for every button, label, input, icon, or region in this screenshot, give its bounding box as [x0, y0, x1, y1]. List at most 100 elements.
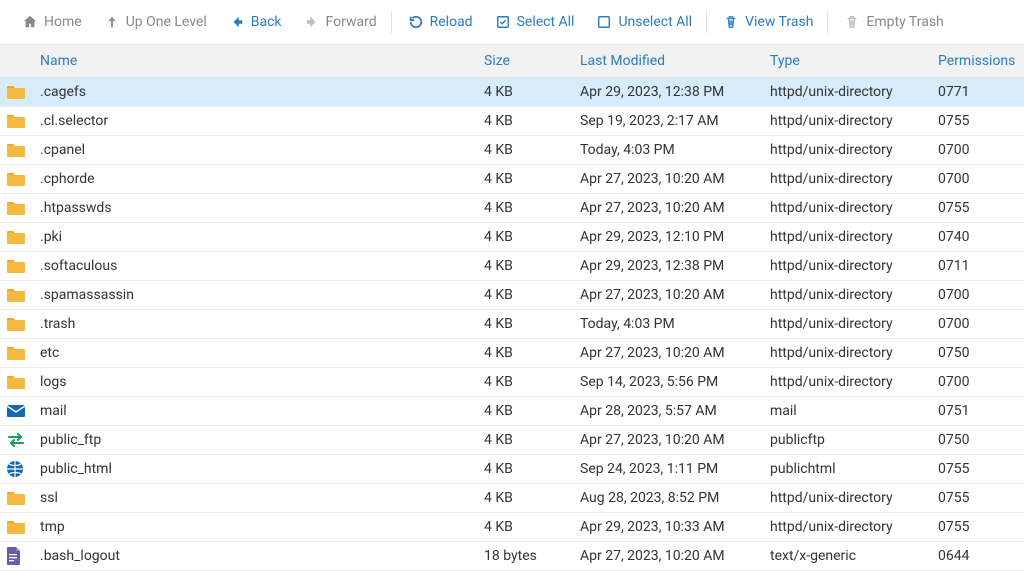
folder-icon	[0, 84, 36, 100]
view-trash-button[interactable]: View Trash	[711, 8, 823, 36]
table-row[interactable]: .trash4 KBToday, 4:03 PMhttpd/unix-direc…	[0, 310, 1024, 339]
back-arrow-icon	[227, 13, 247, 31]
folder-icon	[0, 345, 36, 361]
table-row[interactable]: tmp4 KBApr 29, 2023, 10:33 AMhttpd/unix-…	[0, 513, 1024, 542]
file-permissions: 0755	[938, 113, 1018, 129]
file-name: .spamassassin	[36, 287, 484, 303]
table-row[interactable]: .cagefs4 KBApr 29, 2023, 12:38 PMhttpd/u…	[0, 78, 1024, 107]
file-type: httpd/unix-directory	[770, 316, 938, 332]
ftp-icon	[0, 432, 36, 448]
file-permissions: 0700	[938, 142, 1018, 158]
file-name: .pki	[36, 229, 484, 245]
table-row[interactable]: .pki4 KBApr 29, 2023, 12:10 PMhttpd/unix…	[0, 223, 1024, 252]
empty-trash-label: Empty Trash	[866, 14, 943, 30]
file-size: 4 KB	[484, 403, 580, 419]
file-name: .cagefs	[36, 84, 484, 100]
table-row[interactable]: .htpasswds4 KBApr 27, 2023, 10:20 AMhttp…	[0, 194, 1024, 223]
file-permissions: 0711	[938, 258, 1018, 274]
check-square-icon	[493, 13, 513, 31]
file-name: .htpasswds	[36, 200, 484, 216]
up-arrow-icon	[102, 13, 122, 31]
file-size: 4 KB	[484, 229, 580, 245]
table-row[interactable]: .cpanel4 KBToday, 4:03 PMhttpd/unix-dire…	[0, 136, 1024, 165]
up-label: Up One Level	[126, 14, 207, 30]
table-row[interactable]: etc4 KBApr 27, 2023, 10:20 AMhttpd/unix-…	[0, 339, 1024, 368]
file-name: mail	[36, 403, 484, 419]
file-modified: Sep 24, 2023, 1:11 PM	[580, 461, 770, 477]
select-all-button[interactable]: Select All	[483, 8, 585, 36]
file-size: 4 KB	[484, 432, 580, 448]
file-size: 4 KB	[484, 519, 580, 535]
file-type: httpd/unix-directory	[770, 287, 938, 303]
empty-square-icon	[594, 13, 614, 31]
empty-trash-button[interactable]: Empty Trash	[832, 8, 953, 36]
reload-button[interactable]: Reload	[396, 8, 483, 36]
forward-label: Forward	[326, 14, 377, 30]
header-permissions[interactable]: Permissions	[938, 53, 1018, 69]
file-type: httpd/unix-directory	[770, 374, 938, 390]
file-type: httpd/unix-directory	[770, 258, 938, 274]
home-icon	[20, 13, 40, 31]
file-permissions: 0750	[938, 345, 1018, 361]
file-size: 4 KB	[484, 374, 580, 390]
file-permissions: 0644	[938, 548, 1018, 564]
view-trash-label: View Trash	[745, 14, 813, 30]
table-row[interactable]: public_html4 KBSep 24, 2023, 1:11 PMpubl…	[0, 455, 1024, 484]
trash-icon	[721, 13, 741, 31]
table-row[interactable]: .spamassassin4 KBApr 27, 2023, 10:20 AMh…	[0, 281, 1024, 310]
file-name: ssl	[36, 490, 484, 506]
table-row[interactable]: .softaculous4 KBApr 29, 2023, 12:38 PMht…	[0, 252, 1024, 281]
table-row[interactable]: logs4 KBSep 14, 2023, 5:56 PMhttpd/unix-…	[0, 368, 1024, 397]
header-size[interactable]: Size	[484, 53, 580, 69]
header-type[interactable]: Type	[770, 53, 938, 69]
table-row[interactable]: public_ftp4 KBApr 27, 2023, 10:20 AMpubl…	[0, 426, 1024, 455]
table-row[interactable]: .cl.selector4 KBSep 19, 2023, 2:17 AMhtt…	[0, 107, 1024, 136]
table-row[interactable]: .bash_logout18 bytesApr 27, 2023, 10:20 …	[0, 542, 1024, 571]
file-permissions: 0740	[938, 229, 1018, 245]
folder-icon	[0, 287, 36, 303]
folder-icon	[0, 519, 36, 535]
file-permissions: 0700	[938, 287, 1018, 303]
file-permissions: 0755	[938, 461, 1018, 477]
toolbar-separator	[827, 11, 828, 33]
forward-button[interactable]: Forward	[292, 8, 387, 36]
file-name: logs	[36, 374, 484, 390]
file-size: 4 KB	[484, 490, 580, 506]
unselect-all-button[interactable]: Unselect All	[584, 8, 702, 36]
file-modified: Apr 27, 2023, 10:20 AM	[580, 287, 770, 303]
file-permissions: 0771	[938, 84, 1018, 100]
file-modified: Apr 29, 2023, 12:38 PM	[580, 84, 770, 100]
home-button[interactable]: Home	[10, 8, 92, 36]
file-type: httpd/unix-directory	[770, 490, 938, 506]
select-all-label: Select All	[517, 14, 575, 30]
up-button[interactable]: Up One Level	[92, 8, 217, 36]
folder-icon	[0, 374, 36, 390]
file-size: 18 bytes	[484, 548, 580, 564]
file-permissions: 0700	[938, 374, 1018, 390]
file-permissions: 0700	[938, 316, 1018, 332]
globe-icon	[0, 460, 36, 478]
back-button[interactable]: Back	[217, 8, 292, 36]
home-label: Home	[44, 14, 82, 30]
file-name: public_ftp	[36, 432, 484, 448]
reload-icon	[406, 13, 426, 31]
file-size: 4 KB	[484, 258, 580, 274]
file-name: .bash_logout	[36, 548, 484, 564]
header-name[interactable]: Name	[36, 53, 484, 69]
table-row[interactable]: mail4 KBApr 28, 2023, 5:57 AMmail0751	[0, 397, 1024, 426]
table-row[interactable]: ssl4 KBAug 28, 2023, 8:52 PMhttpd/unix-d…	[0, 484, 1024, 513]
unselect-all-label: Unselect All	[618, 14, 692, 30]
header-modified[interactable]: Last Modified	[580, 53, 770, 69]
file-modified: Sep 14, 2023, 5:56 PM	[580, 374, 770, 390]
table-row[interactable]: .cphorde4 KBApr 27, 2023, 10:20 AMhttpd/…	[0, 165, 1024, 194]
file-name: .softaculous	[36, 258, 484, 274]
file-modified: Apr 28, 2023, 5:57 AM	[580, 403, 770, 419]
file-modified: Today, 4:03 PM	[580, 142, 770, 158]
file-name: .trash	[36, 316, 484, 332]
file-size: 4 KB	[484, 461, 580, 477]
file-modified: Apr 29, 2023, 10:33 AM	[580, 519, 770, 535]
folder-icon	[0, 229, 36, 245]
file-size: 4 KB	[484, 84, 580, 100]
file-type: httpd/unix-directory	[770, 171, 938, 187]
file-permissions: 0755	[938, 200, 1018, 216]
